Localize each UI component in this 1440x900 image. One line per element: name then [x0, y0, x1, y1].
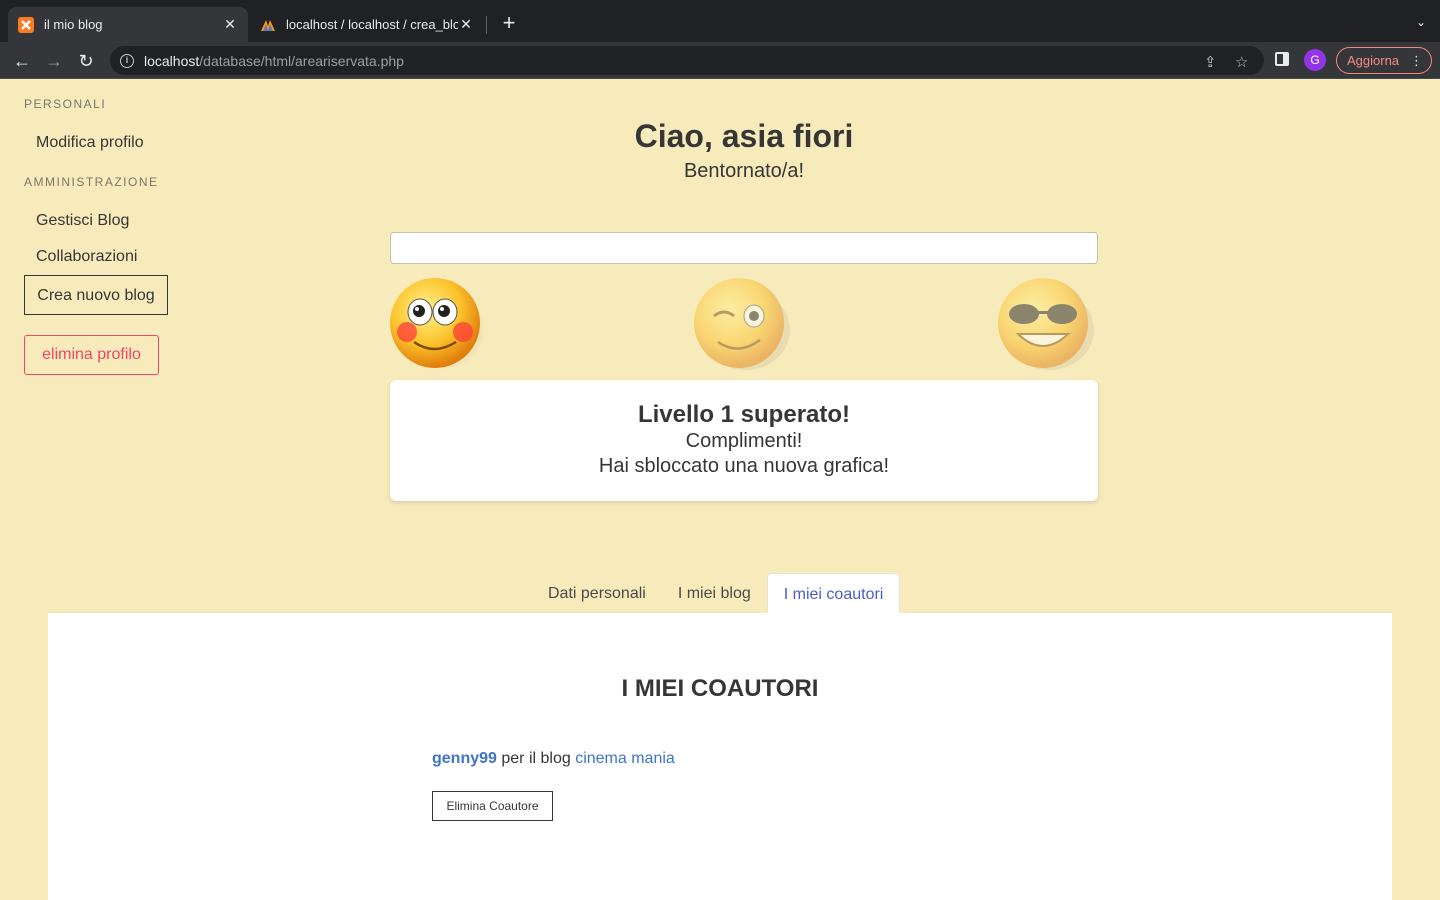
- level-notification: Livello 1 superato! Complimenti! Hai sbl…: [390, 380, 1098, 501]
- url-path: /database/html/areariservata.php: [199, 52, 404, 69]
- new-tab-plus-icon[interactable]: +: [498, 12, 520, 36]
- sunglasses-face-icon: [998, 278, 1094, 370]
- xampp-favicon-icon: [18, 16, 34, 33]
- coauthor-entry: genny99 per il blog cinema mania: [432, 750, 675, 768]
- sidebar-item-modifica-profilo[interactable]: Modifica profilo: [36, 134, 144, 152]
- update-label: Aggiorna: [1347, 53, 1400, 68]
- close-tab-icon[interactable]: ✕: [222, 16, 238, 33]
- level-message-2: Hai sbloccato una nuova grafica!: [598, 455, 890, 477]
- page-subtitle: Bentornato/a!: [683, 160, 805, 182]
- browser-toolbar: ← → ↻ i localhost/database/html/arearise…: [0, 42, 1440, 79]
- level-message-1: Complimenti!: [685, 430, 803, 452]
- more-menu-icon[interactable]: ⋮: [1410, 48, 1423, 73]
- close-tab-icon[interactable]: ✕: [458, 16, 474, 33]
- sidebar-item-collaborazioni[interactable]: Collaborazioni: [36, 248, 137, 266]
- coauthor-text: per il blog: [501, 750, 571, 767]
- browser-tab-bar: il mio blog ✕ localhost / localhost / cr…: [0, 0, 1440, 42]
- tab-i-miei-coautori[interactable]: I miei coautori: [766, 573, 901, 613]
- page-title: Ciao, asia fiori: [634, 118, 854, 154]
- bookmark-star-icon[interactable]: ☆: [1235, 53, 1248, 71]
- url-text: localhost/database/html/areariservata.ph…: [144, 53, 404, 69]
- create-blog-button[interactable]: Crea nuovo blog: [24, 275, 168, 315]
- level-progress-bar: [390, 232, 1098, 264]
- sidebar-heading-amministrazione: AMMINISTRAZIONE: [24, 175, 159, 189]
- level-title: Livello 1 superato!: [637, 401, 851, 428]
- delete-profile-button[interactable]: elimina profilo: [24, 335, 159, 375]
- tab-i-miei-blog[interactable]: I miei blog: [662, 573, 767, 613]
- url-host: localhost: [144, 52, 200, 69]
- profile-avatar[interactable]: G: [1304, 49, 1326, 71]
- reload-icon[interactable]: ↻: [75, 50, 97, 72]
- coauthors-title: I MIEI COAUTORI: [621, 675, 819, 702]
- profile-tabs: Dati personali I miei blog I miei coauto…: [532, 573, 901, 613]
- share-icon[interactable]: ⇪: [1204, 53, 1217, 71]
- back-arrow-icon[interactable]: ←: [11, 50, 33, 72]
- coauthor-username-link[interactable]: genny99: [432, 750, 497, 767]
- coauthor-blog-link[interactable]: cinema mania: [575, 750, 675, 767]
- tab-separator: [486, 16, 487, 34]
- phpmyadmin-favicon-icon: [261, 19, 275, 31]
- address-bar[interactable]: i localhost/database/html/areariservata.…: [110, 46, 1264, 75]
- browser-tab-title: localhost / localhost / crea_blog: [286, 17, 458, 32]
- forward-arrow-icon[interactable]: →: [43, 50, 65, 72]
- side-panel-icon[interactable]: [1275, 52, 1289, 66]
- delete-coauthor-button[interactable]: Elimina Coautore: [432, 791, 553, 821]
- update-button[interactable]: Aggiorna ⋮: [1336, 47, 1432, 74]
- sidebar-item-gestisci-blog[interactable]: Gestisci Blog: [36, 212, 129, 230]
- browser-tab-inactive[interactable]: localhost / localhost / crea_blog ✕: [250, 7, 484, 42]
- browser-tab-active[interactable]: il mio blog ✕: [8, 7, 248, 42]
- tab-dati-personali[interactable]: Dati personali: [532, 573, 662, 613]
- wink-face-icon: [694, 278, 790, 370]
- site-info-icon[interactable]: i: [120, 53, 134, 68]
- tab-search-chevron-icon[interactable]: ⌄: [1416, 15, 1426, 29]
- browser-tab-title: il mio blog: [44, 17, 103, 32]
- sidebar-heading-personali: PERSONALI: [24, 97, 107, 111]
- coauthors-panel: I MIEI COAUTORI genny99 per il blog cine…: [48, 613, 1392, 900]
- blush-face-icon: [390, 278, 486, 370]
